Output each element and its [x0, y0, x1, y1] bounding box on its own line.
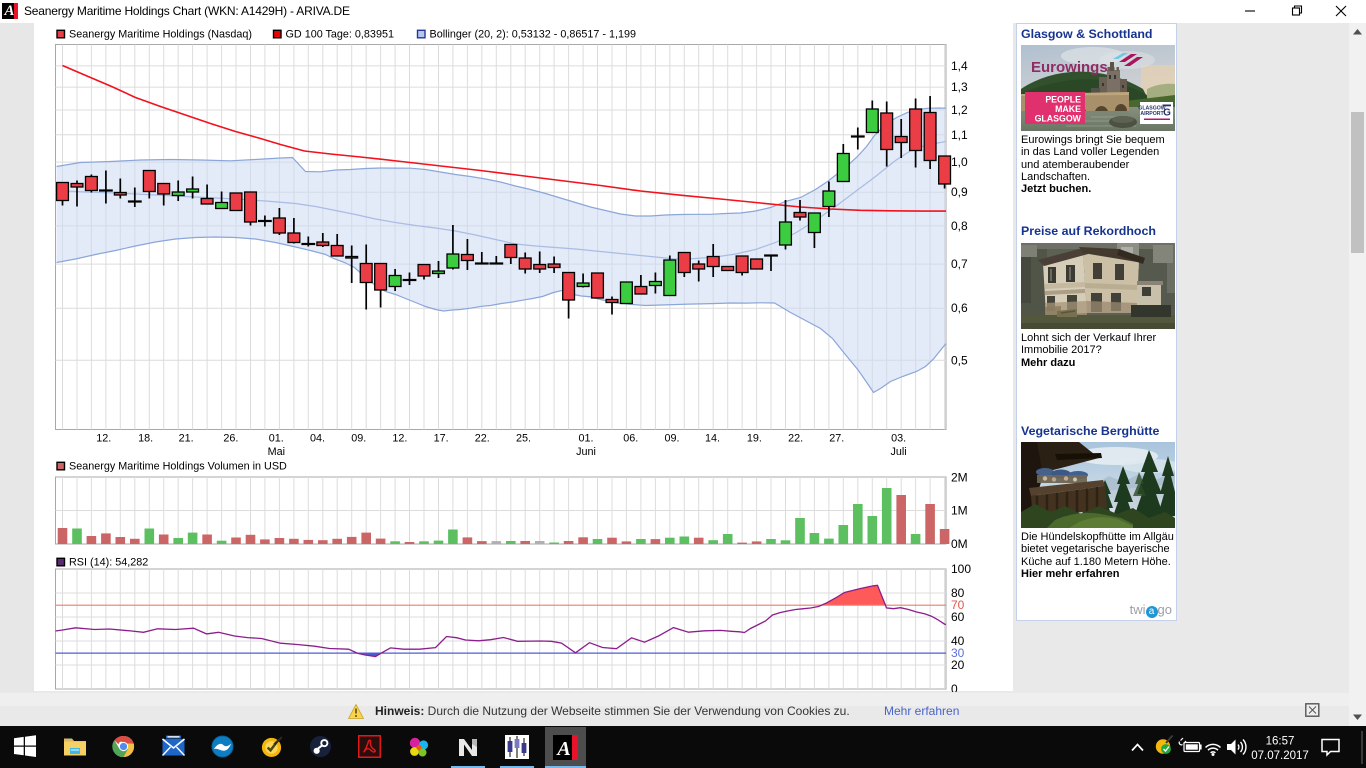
svg-text:18.: 18. [138, 433, 153, 445]
svg-text:Juni: Juni [576, 446, 596, 458]
svg-text:60: 60 [951, 610, 965, 624]
svg-text:09.: 09. [351, 433, 366, 445]
svg-text:01.: 01. [578, 433, 593, 445]
svg-text:0,5: 0,5 [951, 353, 968, 367]
svg-text:1,0: 1,0 [951, 155, 968, 169]
svg-text:0M: 0M [951, 537, 968, 551]
svg-text:0,9: 0,9 [951, 185, 968, 199]
svg-text:0,7: 0,7 [951, 257, 968, 271]
svg-text:PEOPLE: PEOPLE [1045, 95, 1081, 105]
svg-text:14.: 14. [705, 433, 720, 445]
svg-text:Seanergy Maritime Holdings Vol: Seanergy Maritime Holdings Volumen in US… [69, 461, 287, 473]
svg-text:27.: 27. [829, 433, 844, 445]
svg-text:2M: 2M [951, 471, 968, 485]
svg-text:G: G [1163, 108, 1171, 119]
svg-text:03.: 03. [891, 433, 906, 445]
svg-text:06.: 06. [623, 433, 638, 445]
svg-text:0,6: 0,6 [951, 301, 968, 315]
svg-text:Juli: Juli [890, 446, 906, 458]
svg-text:GLASGOW: GLASGOW [1035, 114, 1082, 124]
svg-text:20: 20 [951, 658, 965, 672]
svg-text:RSI (14): 54,282: RSI (14): 54,282 [69, 557, 148, 569]
svg-text:Eurowings: Eurowings [1031, 59, 1108, 76]
svg-text:19.: 19. [747, 433, 762, 445]
svg-text:Mai: Mai [268, 446, 285, 458]
svg-text:1M: 1M [951, 504, 968, 518]
svg-text:100: 100 [951, 562, 971, 576]
svg-text:26.: 26. [223, 433, 238, 445]
svg-text:01.: 01. [269, 433, 284, 445]
svg-text:Seanergy Maritime Holdings (Na: Seanergy Maritime Holdings (Nasdaq) [69, 29, 252, 41]
svg-text:21.: 21. [179, 433, 194, 445]
svg-text:25.: 25. [516, 433, 531, 445]
svg-text:17.: 17. [434, 433, 449, 445]
svg-text:MAKE: MAKE [1055, 104, 1081, 114]
svg-text:22.: 22. [475, 433, 490, 445]
svg-text:1,1: 1,1 [951, 128, 968, 142]
svg-text:1,2: 1,2 [951, 103, 968, 117]
svg-text:A: A [555, 738, 570, 760]
svg-text:Bollinger (20, 2): 0,53132 - 0: Bollinger (20, 2): 0,53132 - 0,86517 - 1… [430, 29, 636, 41]
svg-text:1,3: 1,3 [951, 80, 968, 94]
svg-text:12.: 12. [392, 433, 407, 445]
svg-text:0: 0 [951, 682, 958, 692]
svg-text:04.: 04. [310, 433, 325, 445]
svg-text:AIRPORT: AIRPORT [1140, 111, 1164, 117]
svg-text:16:57: 16:57 [1266, 736, 1295, 748]
svg-text:12.: 12. [96, 433, 111, 445]
svg-text:0,8: 0,8 [951, 219, 968, 233]
svg-text:09.: 09. [664, 433, 679, 445]
svg-text:1,4: 1,4 [951, 59, 968, 73]
svg-text:22.: 22. [788, 433, 803, 445]
svg-text:07.07.2017: 07.07.2017 [1251, 750, 1309, 762]
svg-text:GD 100 Tage: 0,83951: GD 100 Tage: 0,83951 [286, 29, 394, 41]
